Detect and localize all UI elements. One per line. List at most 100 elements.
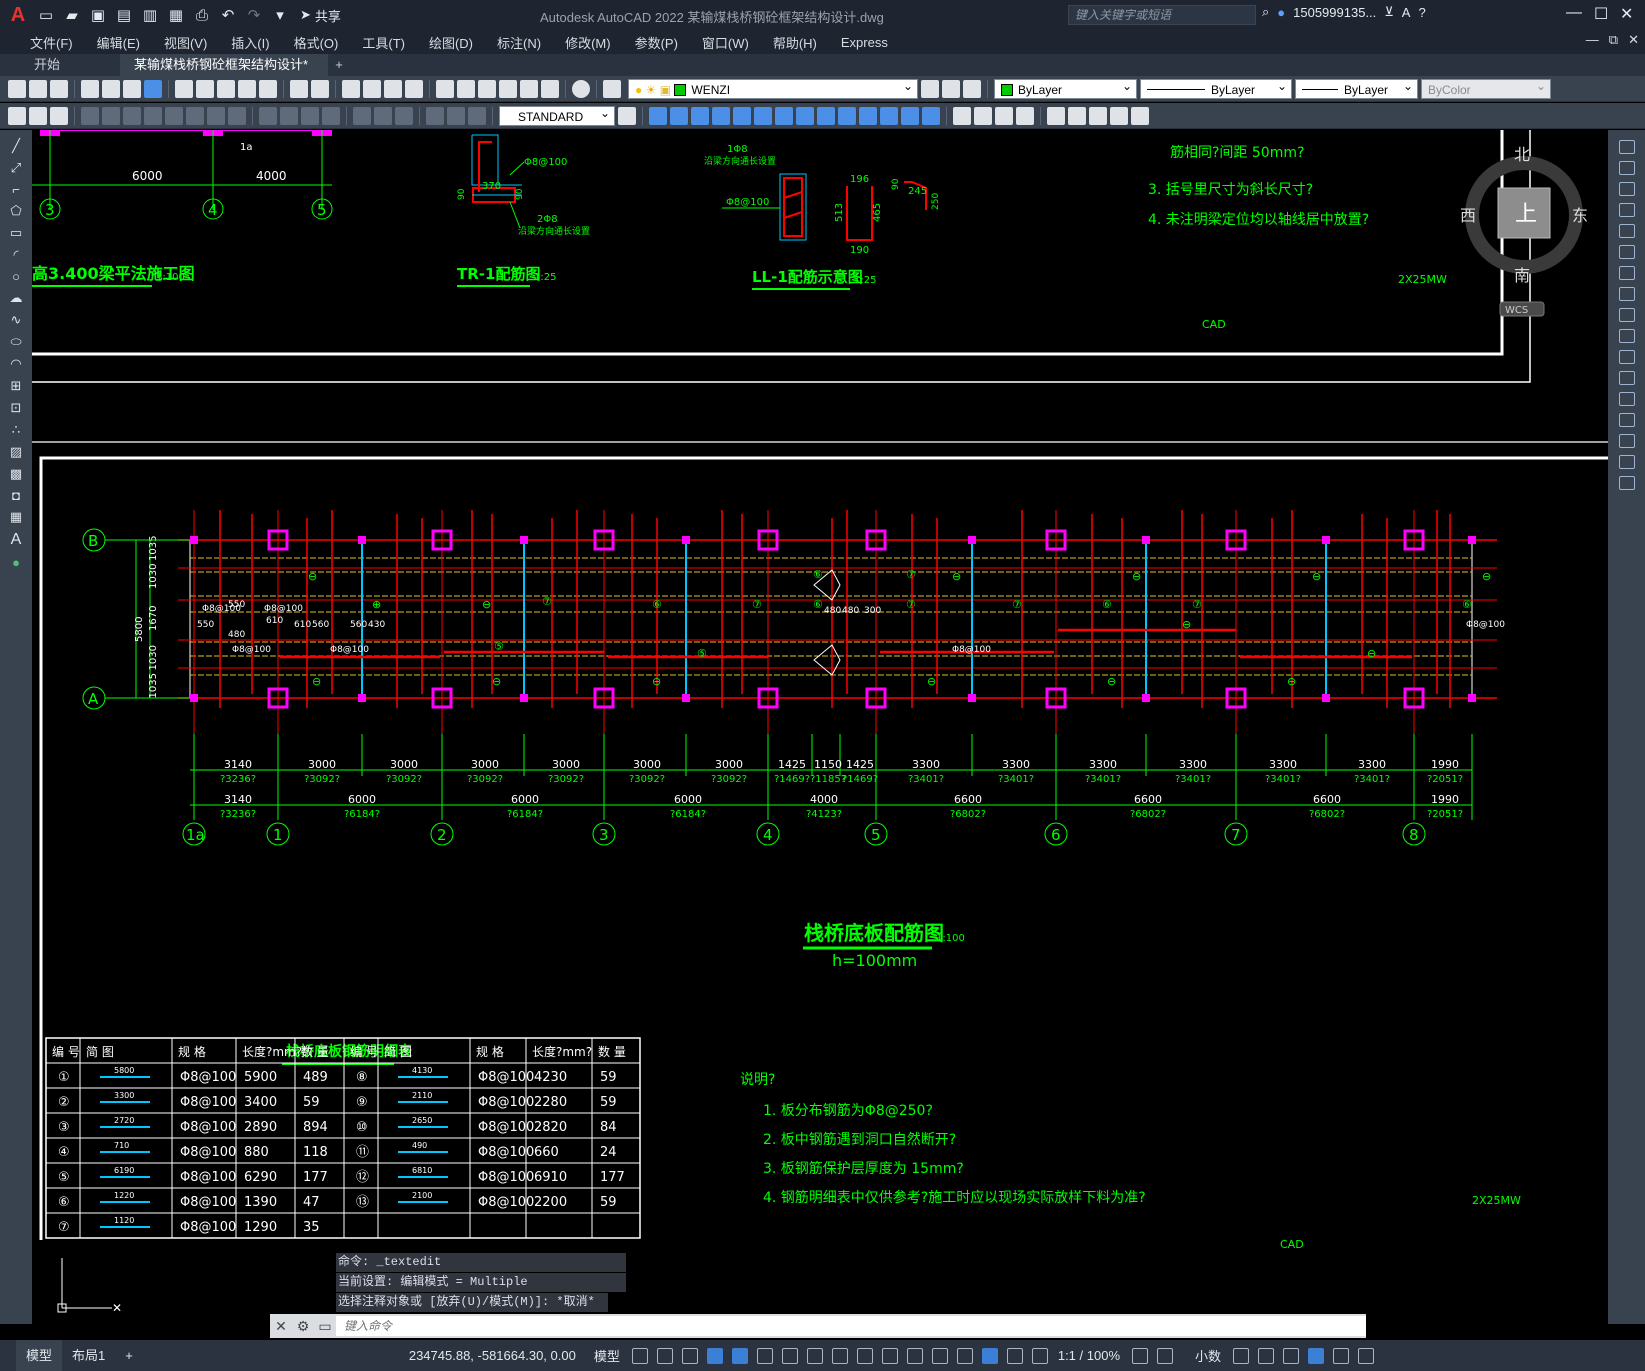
offset-icon[interactable] — [880, 106, 898, 125]
polygon-icon[interactable]: ⬠ — [10, 203, 21, 219]
radius-dim-icon[interactable] — [165, 106, 183, 125]
tab-layout1[interactable]: 布局1 — [62, 1340, 115, 1371]
zoom-window-icon[interactable] — [384, 79, 402, 98]
cut-icon[interactable] — [175, 79, 193, 98]
polar-icon[interactable] — [756, 1347, 773, 1364]
autodesk-icon[interactable]: A — [1402, 5, 1411, 20]
doc-minimize-icon[interactable]: — — [1586, 32, 1599, 48]
inspection-icon[interactable] — [395, 106, 413, 125]
preview-icon[interactable] — [102, 79, 120, 98]
properties-icon[interactable] — [436, 79, 454, 98]
rotate-right-icon[interactable] — [1618, 245, 1635, 259]
aligned-dim-icon[interactable] — [102, 106, 120, 125]
lineweight-dropdown[interactable]: ByLayer — [1295, 76, 1418, 99]
units-dropdown[interactable]: 小数 — [1195, 1346, 1221, 1365]
drawing-canvas[interactable]: 6000 4000 1a 3 4 5 高3.400梁平法施工图 1:100 Φ8… — [32, 130, 1608, 1324]
ortho-icon[interactable] — [731, 1347, 748, 1364]
layer-properties-icon[interactable] — [603, 79, 621, 98]
center-mark-icon[interactable] — [374, 106, 392, 125]
snap-icon[interactable] — [656, 1347, 673, 1364]
attach-icon[interactable] — [1068, 106, 1086, 125]
break-icon[interactable] — [1618, 371, 1635, 385]
menu-item-10[interactable]: 窗口(W) — [690, 33, 761, 52]
add-selected-icon[interactable]: ● — [12, 555, 20, 570]
infer-icon[interactable] — [681, 1347, 698, 1364]
trim-right-icon[interactable] — [1618, 308, 1635, 322]
ordinate-dim-icon[interactable] — [144, 106, 162, 125]
arc-length-icon[interactable] — [123, 106, 141, 125]
jogged-dim-icon[interactable] — [186, 106, 204, 125]
copy-object-icon[interactable] — [670, 106, 688, 125]
color-dropdown[interactable]: ByLayer — [994, 76, 1137, 99]
insert-block-left-icon[interactable]: ⊞ — [11, 378, 22, 394]
isodraft-icon[interactable] — [781, 1347, 798, 1364]
linear-dim-icon[interactable] — [81, 106, 99, 125]
osnap-icon[interactable] — [831, 1347, 848, 1364]
calculator-icon[interactable] — [541, 79, 559, 98]
ellipse-arc-icon[interactable]: ◠ — [10, 356, 21, 372]
cart-icon[interactable]: ⊻ — [1384, 4, 1394, 20]
continue-dim-icon[interactable] — [301, 106, 319, 125]
paste-icon[interactable] — [217, 79, 235, 98]
tab-document[interactable]: 某输煤栈桥钢砼框架结构设计* — [120, 54, 328, 76]
join-icon[interactable] — [922, 106, 940, 125]
menu-item-5[interactable]: 工具(T) — [350, 33, 417, 52]
user-label[interactable]: 1505999135... — [1293, 5, 1376, 20]
annotation-visibility-icon[interactable] — [1006, 1347, 1023, 1364]
clip-icon[interactable] — [1089, 106, 1107, 125]
isolate-objects-icon[interactable] — [1283, 1347, 1300, 1364]
3d-dwf-icon[interactable] — [144, 79, 162, 98]
matchprop-icon[interactable] — [238, 79, 256, 98]
mirror-right-icon[interactable] — [1618, 182, 1635, 196]
menu-item-7[interactable]: 标注(N) — [485, 33, 553, 52]
command-recent-icon[interactable]: ▭ — [314, 1318, 336, 1335]
menu-item-4[interactable]: 格式(O) — [282, 33, 351, 52]
scale-icon[interactable] — [754, 106, 772, 125]
copy-icon[interactable] — [196, 79, 214, 98]
print-icon[interactable] — [81, 79, 99, 98]
publish-icon[interactable] — [123, 79, 141, 98]
command-input[interactable] — [336, 1316, 1366, 1336]
layer-dropdown[interactable]: ● ☀ ▣ WENZI — [628, 76, 918, 99]
layer-tool-icon[interactable] — [50, 106, 68, 125]
customize-icon[interactable]: ▾ — [270, 5, 290, 25]
ungroup-icon[interactable] — [995, 106, 1013, 125]
search-icon[interactable]: ⌕ — [1262, 4, 1269, 20]
isolate-icon[interactable] — [1016, 106, 1034, 125]
pan-icon[interactable] — [342, 79, 360, 98]
dim-edit-icon[interactable] — [426, 106, 444, 125]
lineweight-icon[interactable] — [856, 1347, 873, 1364]
undo-tool-icon[interactable] — [290, 79, 308, 98]
group-icon[interactable] — [974, 106, 992, 125]
close-icon[interactable]: ✕ — [1620, 4, 1633, 24]
explode-right-icon[interactable] — [1618, 476, 1635, 490]
menu-item-12[interactable]: Express — [829, 35, 900, 50]
baseline-dim-icon[interactable] — [280, 106, 298, 125]
clean-screen-icon[interactable] — [1333, 1347, 1350, 1364]
move-right-icon[interactable] — [1618, 224, 1635, 238]
fillet-right-icon[interactable] — [1618, 434, 1635, 448]
help-icon[interactable]: ? — [1418, 5, 1425, 20]
break-point-icon[interactable] — [1618, 350, 1635, 364]
maximize-icon[interactable]: ☐ — [1594, 4, 1608, 24]
arc-icon[interactable]: ◜ — [13, 247, 18, 263]
redo-tool-icon[interactable] — [311, 79, 329, 98]
undo-icon[interactable]: ↶ — [218, 5, 238, 25]
design-center-icon[interactable] — [457, 79, 475, 98]
redo-icon[interactable]: ↷ — [244, 5, 264, 25]
extend-icon[interactable] — [796, 106, 814, 125]
open-file-icon[interactable] — [29, 79, 47, 98]
annotation-scale[interactable]: 1:1 / 100% — [1058, 1348, 1120, 1363]
array-icon[interactable] — [859, 106, 877, 125]
save-file-icon[interactable] — [50, 79, 68, 98]
customization-icon[interactable] — [1358, 1347, 1375, 1364]
tab-start[interactable]: 开始 — [0, 54, 120, 76]
selection-cycling-icon[interactable] — [906, 1347, 923, 1364]
menu-item-3[interactable]: 插入(I) — [219, 33, 281, 52]
model-space-button[interactable]: 模型 — [594, 1346, 620, 1365]
rotate-icon[interactable] — [712, 106, 730, 125]
command-close-icon[interactable]: ✕ — [270, 1318, 292, 1335]
menu-item-8[interactable]: 修改(M) — [553, 33, 623, 52]
tab-model[interactable]: 模型 — [16, 1340, 63, 1371]
mirror-icon[interactable] — [733, 106, 751, 125]
